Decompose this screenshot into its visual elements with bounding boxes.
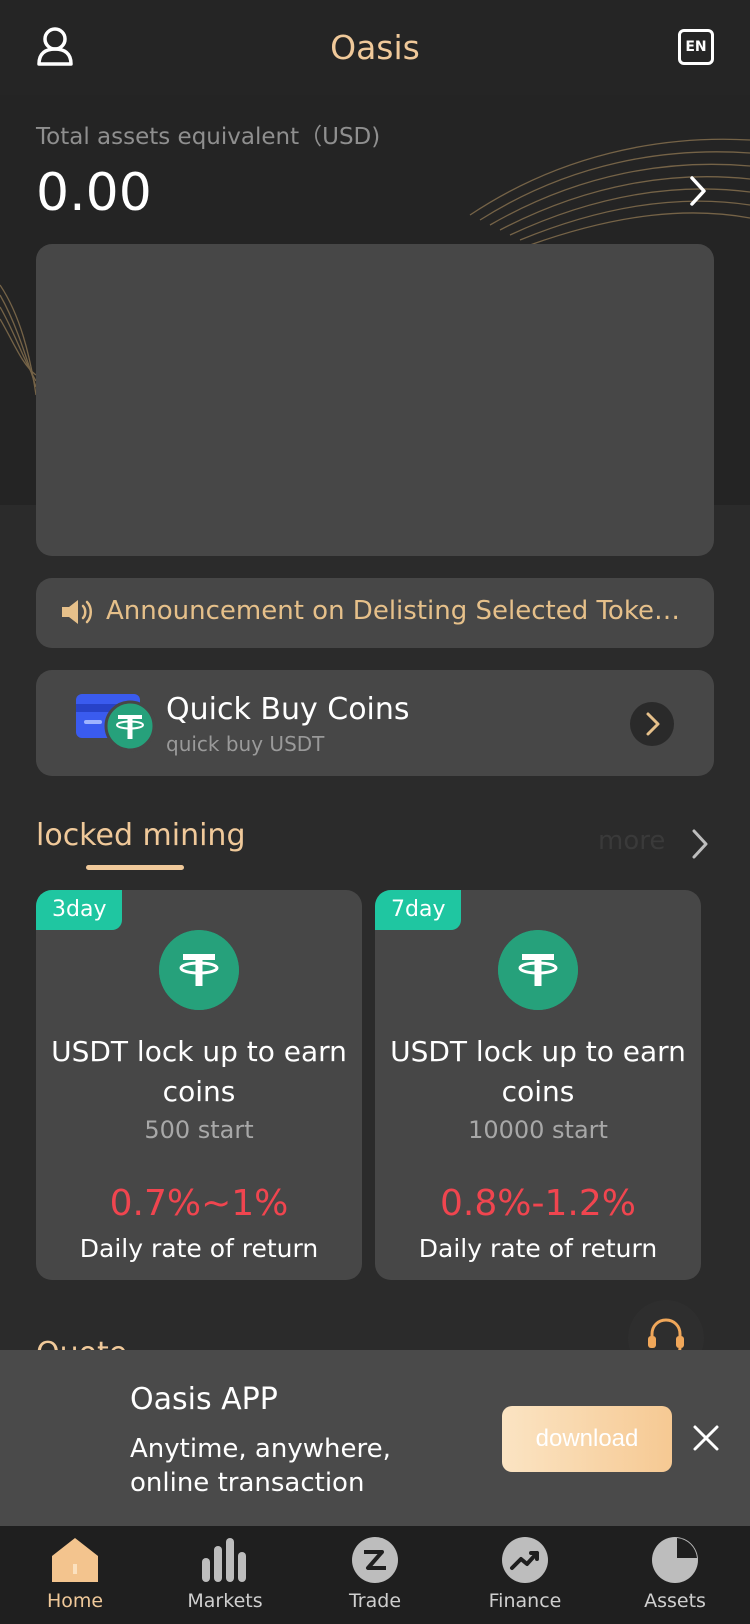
bars-icon	[202, 1538, 246, 1582]
quick-buy-card[interactable]: Quick Buy Coins quick buy USDT	[36, 670, 714, 776]
assets-value: 0.00	[36, 163, 152, 223]
card-title: USDT lock up to earn coins	[390, 1035, 686, 1108]
tab-markets[interactable]: Markets	[150, 1526, 300, 1624]
tab-finance[interactable]: Finance	[450, 1526, 600, 1624]
locked-mining-title[interactable]: locked mining	[36, 818, 246, 853]
promo-title: Oasis APP	[130, 1382, 278, 1417]
download-button[interactable]: download	[502, 1406, 672, 1472]
duration-badge: 3day	[36, 890, 123, 930]
tab-label: Assets	[644, 1590, 706, 1612]
speaker-icon	[62, 600, 92, 624]
mining-card[interactable]: 3day USDT lock up to earn coins 500 star…	[36, 890, 362, 1280]
language-icon[interactable]: EN	[678, 29, 714, 65]
card-start-amount: 10000 start	[468, 1116, 608, 1144]
card-usdt-icon	[76, 694, 156, 752]
pie-icon	[652, 1537, 698, 1583]
chevron-right-icon[interactable]	[690, 828, 710, 860]
tether-icon	[159, 930, 239, 1010]
app-download-prompt: Oasis APP Anytime, anywhere, online tran…	[0, 1350, 750, 1526]
tab-trade[interactable]: Trade	[300, 1526, 450, 1624]
quick-buy-arrow-button[interactable]	[630, 702, 674, 746]
card-title: USDT lock up to earn coins	[51, 1035, 347, 1108]
top-header: Oasis EN	[0, 0, 750, 95]
tab-home[interactable]: Home	[0, 1526, 150, 1624]
tab-label: Finance	[488, 1590, 562, 1612]
tether-icon	[498, 930, 578, 1010]
assets-label: Total assets equivalent（USD)	[36, 124, 381, 150]
card-rate-label: Daily rate of return	[79, 1234, 319, 1263]
section-underline	[86, 865, 184, 870]
promo-description: Anytime, anywhere, online transaction	[130, 1434, 391, 1498]
mining-card[interactable]: 7day USDT lock up to earn coins 10000 st…	[375, 890, 701, 1280]
home-icon	[52, 1538, 98, 1582]
chevron-right-icon[interactable]	[688, 175, 708, 207]
trend-icon	[502, 1537, 548, 1583]
duration-badge: 7day	[375, 890, 462, 930]
quick-buy-subtitle: quick buy USDT	[166, 732, 325, 756]
close-icon[interactable]	[692, 1424, 720, 1452]
card-rate: 0.8%-1.2%	[440, 1183, 636, 1224]
card-rate-label: Daily rate of return	[418, 1234, 658, 1263]
trade-icon	[352, 1537, 398, 1583]
tab-assets[interactable]: Assets	[600, 1526, 750, 1624]
app-title: Oasis	[330, 28, 420, 67]
tab-label: Trade	[348, 1590, 402, 1612]
tab-label: Home	[46, 1590, 104, 1612]
promo-banner[interactable]	[36, 244, 714, 556]
announcement-text[interactable]: Announcement on Delisting Selected Token…	[106, 596, 696, 626]
more-link[interactable]: more	[598, 826, 665, 856]
announcement-bar[interactable]: Announcement on Delisting Selected Token…	[36, 578, 714, 648]
bottom-tab-bar: Home Markets Trade Finance Assets	[0, 1526, 750, 1624]
card-rate: 0.7%~1%	[109, 1183, 289, 1224]
tab-label: Markets	[187, 1590, 263, 1612]
quick-buy-title: Quick Buy Coins	[166, 692, 410, 727]
card-start-amount: 500 start	[144, 1116, 254, 1144]
chevron-right-icon	[646, 712, 660, 736]
